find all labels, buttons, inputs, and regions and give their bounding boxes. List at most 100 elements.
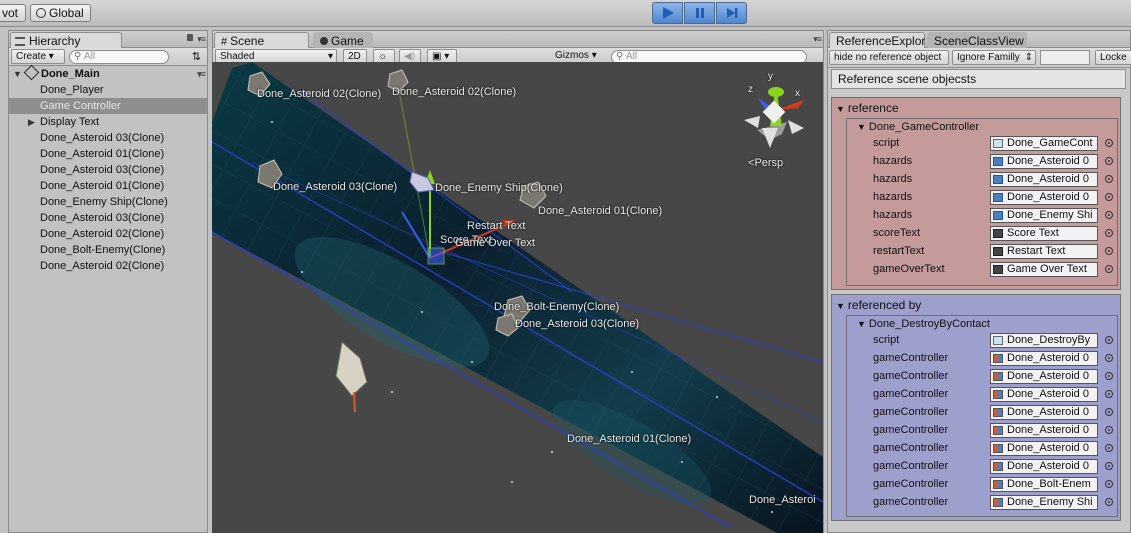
object-picker-icon[interactable] xyxy=(1105,462,1113,470)
family-dropdown[interactable]: Ignore Familly ⇕ xyxy=(952,50,1036,65)
object-picker-icon[interactable] xyxy=(1105,408,1113,416)
scene-object-label: Done_Enemy Ship(Clone) xyxy=(435,182,563,194)
hierarchy-item[interactable]: Done_Asteroid 03(Clone) xyxy=(9,130,207,146)
referenced-by-object-header[interactable]: ▼ Done_DestroyByContact xyxy=(857,318,990,330)
step-button[interactable] xyxy=(716,2,747,24)
pause-button[interactable] xyxy=(684,2,715,24)
hierarchy-item-label: Display Text xyxy=(40,116,100,128)
object-reference-field[interactable]: Done_Asteroid 0 xyxy=(990,190,1098,205)
hierarchy-search-input[interactable]: ⚲ All xyxy=(69,50,169,64)
tab-scene-class-view[interactable]: SceneClassView xyxy=(927,32,1027,48)
filter-label: hide no reference object xyxy=(834,52,942,63)
object-picker-icon[interactable] xyxy=(1105,211,1113,219)
hierarchy-toolbar: Create ▾ ⚲ All ⇅ xyxy=(9,48,207,66)
reference-scene-objects-button[interactable]: Reference scene objecsts xyxy=(831,69,1126,89)
object-reference-value: Done_Enemy Shi xyxy=(1007,209,1093,221)
global-toggle-button[interactable]: Global xyxy=(30,4,91,22)
scene-object-label: Done_Asteroid 02(Clone) xyxy=(392,86,517,98)
global-label: Global xyxy=(49,6,84,20)
hierarchy-item[interactable]: Done_Asteroid 01(Clone) xyxy=(9,178,207,194)
create-dropdown[interactable]: Create ▾ xyxy=(11,49,65,64)
scene-viewport[interactable]: y x z <Persp Done_Asteroid 02(Clone) Done… xyxy=(212,62,823,533)
expand-arrow-icon[interactable]: ▼ xyxy=(13,66,22,82)
hierarchy-item[interactable]: ▶ Display Text xyxy=(9,114,207,130)
persp-toggle[interactable]: <Persp xyxy=(748,157,783,169)
pivot-toggle-button[interactable]: vot xyxy=(0,4,26,22)
object-picker-icon[interactable] xyxy=(1105,265,1113,273)
object-picker-icon[interactable] xyxy=(1105,390,1113,398)
object-reference-field[interactable]: Done_Enemy Shi xyxy=(990,495,1098,510)
object-picker-icon[interactable] xyxy=(1105,193,1113,201)
chevron-down-icon: ▾ xyxy=(444,51,450,62)
scene-menu-icon[interactable]: ▾≡ xyxy=(197,66,206,82)
object-picker-icon[interactable] xyxy=(1105,354,1113,362)
referenced-by-section: ▼ referenced by ▼ Done_DestroyByContact sc… xyxy=(831,294,1121,521)
object-picker-icon[interactable] xyxy=(1105,480,1113,488)
reference-section: ▼ reference ▼ Done_GameController script Do… xyxy=(831,97,1121,290)
object-picker-icon[interactable] xyxy=(1105,426,1113,434)
object-reference-field[interactable]: Done_GameCont xyxy=(990,136,1098,151)
hierarchy-item[interactable]: Done_Asteroid 03(Clone) xyxy=(9,162,207,178)
object-picker-icon[interactable] xyxy=(1105,336,1113,344)
object-reference-field[interactable]: Score Text xyxy=(990,226,1098,241)
object-picker-icon[interactable] xyxy=(1105,498,1113,506)
image-icon: ▣ xyxy=(432,51,442,62)
hierarchy-item[interactable]: Done_Asteroid 03(Clone) xyxy=(9,210,207,226)
object-reference-field[interactable]: Done_Asteroid 0 xyxy=(990,423,1098,438)
object-picker-icon[interactable] xyxy=(1105,444,1113,452)
object-picker-icon[interactable] xyxy=(1105,157,1113,165)
field-label: script xyxy=(873,334,900,346)
object-picker-icon[interactable] xyxy=(1105,247,1113,255)
tab-reference-explorer[interactable]: ReferenceExplor xyxy=(829,32,925,48)
referenced-by-header[interactable]: ▼ referenced by xyxy=(836,298,921,312)
hierarchy-item[interactable]: Done_Asteroid 02(Clone) xyxy=(9,258,207,274)
field-label: script xyxy=(873,137,900,149)
hierarchy-item[interactable]: Done_Asteroid 01(Clone) xyxy=(9,146,207,162)
object-reference-field[interactable]: Done_Asteroid 0 xyxy=(990,441,1098,456)
lock-button[interactable]: Locke xyxy=(1095,50,1131,65)
persp-label: Persp xyxy=(754,157,784,169)
object-reference-field[interactable]: Done_Enemy Shi xyxy=(990,208,1098,223)
object-picker-icon[interactable] xyxy=(1105,372,1113,380)
hierarchy-item[interactable]: Done_Bolt-Enemy(Clone) xyxy=(9,242,207,258)
object-reference-field[interactable]: Done_DestroyBy xyxy=(990,333,1098,348)
filter-text-input[interactable] xyxy=(1040,50,1090,65)
scene-root-row[interactable]: ▼ Done_Main ▾≡ xyxy=(9,64,207,82)
tab-scene[interactable]: # Scene xyxy=(214,32,309,48)
field-label: gameController xyxy=(873,352,949,364)
object-reference-field[interactable]: Done_Asteroid 0 xyxy=(990,351,1098,366)
expand-arrow-icon[interactable]: ▶ xyxy=(28,114,35,130)
object-reference-value: Done_Asteroid 0 xyxy=(1007,191,1089,203)
object-picker-icon[interactable] xyxy=(1105,229,1113,237)
panel-menu-icon[interactable]: ▾≡ xyxy=(197,34,206,45)
hide-no-reference-toggle[interactable]: hide no reference object xyxy=(829,50,949,65)
sort-icon[interactable]: ⇅ xyxy=(192,50,201,63)
lock-icon[interactable] xyxy=(187,34,193,41)
reference-header[interactable]: ▼ reference xyxy=(836,101,899,115)
object-reference-field[interactable]: Restart Text xyxy=(990,244,1098,259)
field-label: hazards xyxy=(873,209,913,221)
component-cube-icon xyxy=(993,390,1003,399)
hierarchy-item[interactable]: Done_Enemy Ship(Clone) xyxy=(9,194,207,210)
hierarchy-item[interactable]: Done_Asteroid 02(Clone) xyxy=(9,226,207,242)
chevron-down-icon: ▾ xyxy=(48,51,54,62)
object-reference-field[interactable]: Done_Asteroid 0 xyxy=(990,369,1098,384)
hierarchy-item[interactable]: Done_Player xyxy=(9,82,207,98)
object-picker-icon[interactable] xyxy=(1105,175,1113,183)
object-reference-field[interactable]: Done_Asteroid 0 xyxy=(990,459,1098,474)
object-reference-field[interactable]: Done_Asteroid 0 xyxy=(990,405,1098,420)
object-reference-field[interactable]: Done_Asteroid 0 xyxy=(990,387,1098,402)
play-button[interactable] xyxy=(652,2,683,24)
object-reference-field[interactable]: Game Over Text xyxy=(990,262,1098,277)
object-reference-field[interactable]: Done_Asteroid 0 xyxy=(990,154,1098,169)
hierarchy-item[interactable]: Game Controller xyxy=(9,98,207,114)
panel-menu-icon[interactable]: ▾≡ xyxy=(813,34,822,45)
object-reference-field[interactable]: Done_Bolt-Enem xyxy=(990,477,1098,492)
axis-y-label: y xyxy=(768,71,773,82)
tab-game[interactable]: Game xyxy=(313,32,373,48)
reference-object-header[interactable]: ▼ Done_GameController xyxy=(857,121,979,133)
object-picker-icon[interactable] xyxy=(1105,139,1113,147)
hierarchy-panel: Hierarchy ▾≡ Create ▾ ⚲ All ⇅ ▼ Done_Main… xyxy=(8,30,208,533)
tab-hierarchy[interactable]: Hierarchy xyxy=(10,32,122,48)
object-reference-field[interactable]: Done_Asteroid 0 xyxy=(990,172,1098,187)
